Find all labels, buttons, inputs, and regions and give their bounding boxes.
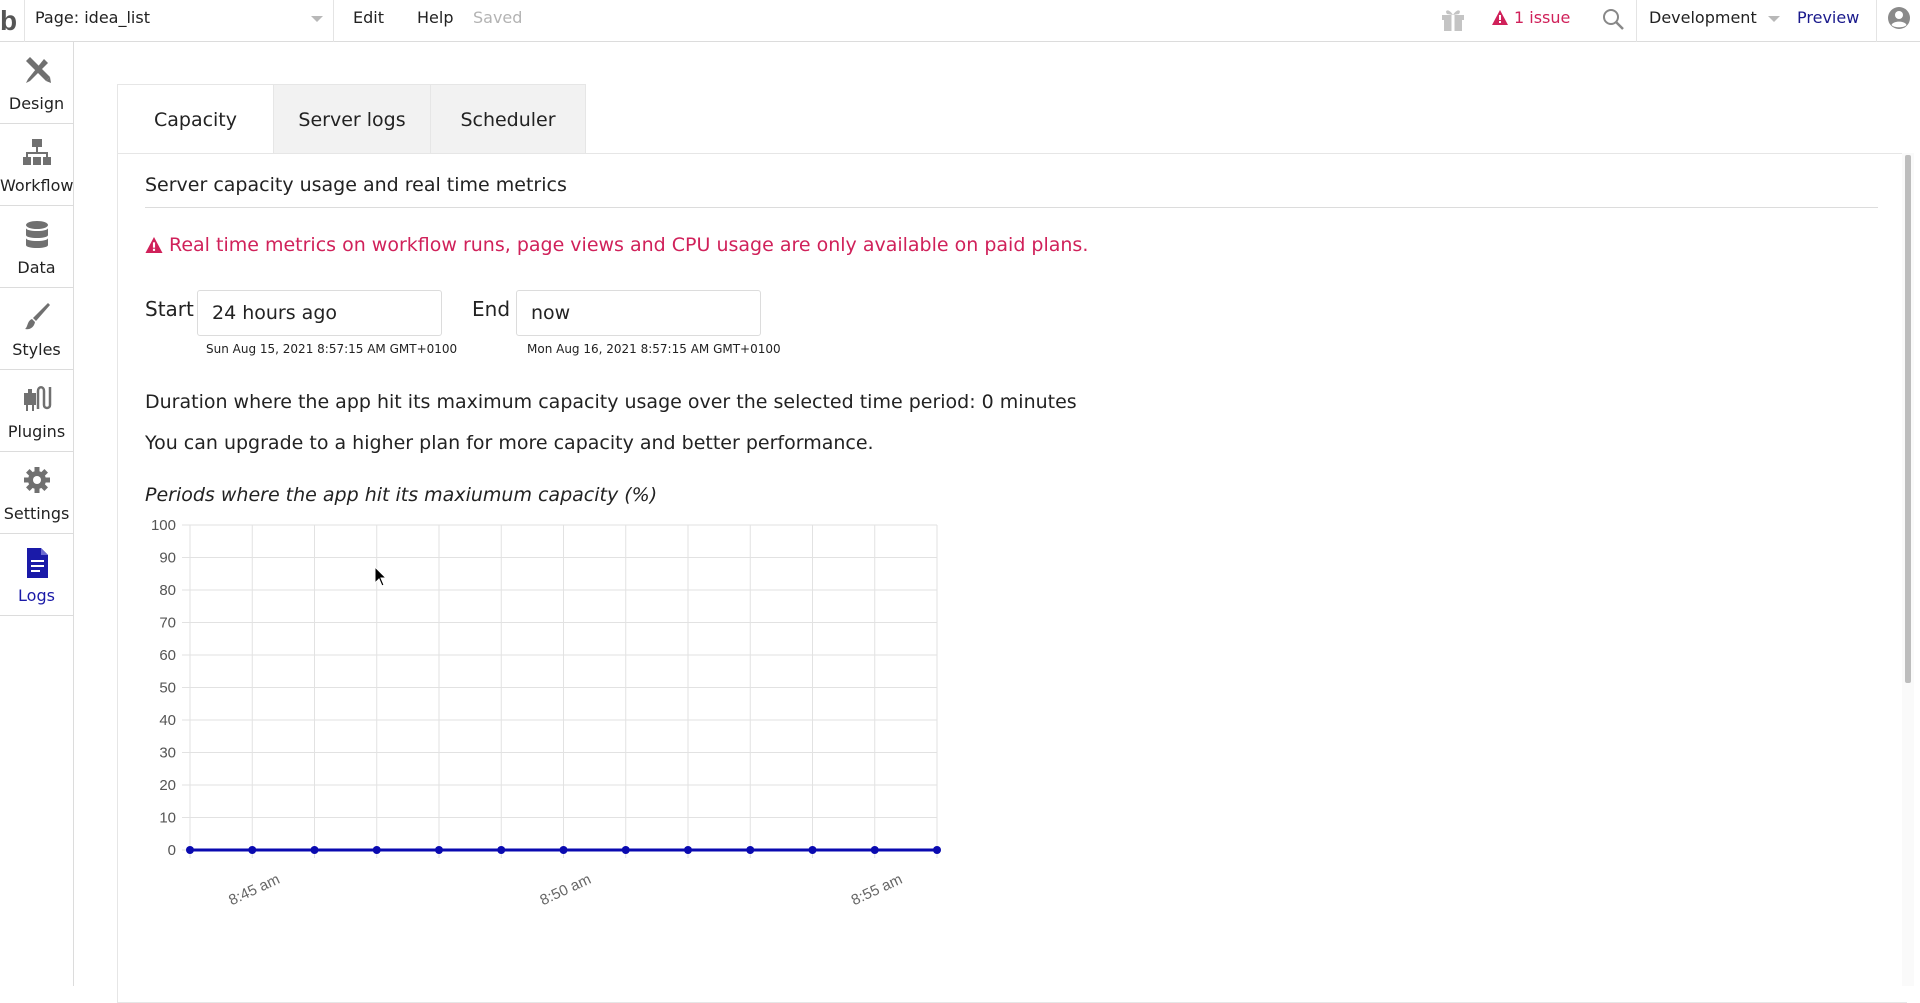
- top-bar: b Page: idea_list Edit Help Saved 1 issu…: [0, 0, 1920, 42]
- sidebar-item-label: Logs: [18, 586, 55, 605]
- document-icon: [27, 548, 48, 578]
- sidebar: Design Workflow Data Styles Plugins Sett…: [0, 42, 74, 986]
- mouse-cursor-icon: [374, 566, 388, 587]
- y-tick-label: 40: [159, 712, 176, 729]
- capacity-chart: 0 10 20 30 40 50 60 70 80 90 100 8:45 am 8:50 am 8:55…: [151, 517, 941, 909]
- data-point: [372, 846, 381, 854]
- sidebar-item-label: Design: [8, 94, 65, 113]
- data-point: [808, 846, 817, 854]
- menu-edit[interactable]: Edit: [353, 0, 384, 36]
- sidebar-item-plugins[interactable]: Plugins: [0, 370, 73, 452]
- brush-icon: [25, 303, 50, 330]
- sidebar-item-logs[interactable]: Logs: [0, 534, 73, 616]
- data-point: [248, 846, 257, 854]
- data-point: [559, 846, 568, 854]
- gear-icon: [24, 467, 50, 493]
- data-point: [870, 846, 879, 854]
- page-selector[interactable]: Page: idea_list: [24, 0, 334, 42]
- y-tick-label: 70: [159, 615, 176, 632]
- page-selector-label: Page: idea_list: [35, 8, 150, 27]
- data-point: [746, 846, 755, 854]
- data-point: [684, 846, 692, 854]
- user-avatar-icon: [1888, 7, 1910, 29]
- issues-label: 1 issue: [1514, 8, 1571, 27]
- sidebar-item-label: Styles: [12, 340, 61, 359]
- data-point: [621, 846, 630, 854]
- y-tick-label: 20: [159, 777, 176, 794]
- workflow-icon: [23, 139, 51, 165]
- environment-label: Development: [1649, 8, 1757, 27]
- x-tick-label: 8:45 am: [226, 871, 282, 909]
- sidebar-item-workflow[interactable]: Workflow: [0, 124, 73, 206]
- issues-button[interactable]: 1 issue: [1492, 0, 1570, 36]
- sidebar-item-label: Settings: [3, 504, 70, 523]
- data-point: [310, 846, 319, 854]
- y-tick-label: 90: [159, 550, 176, 567]
- account-menu[interactable]: [1876, 0, 1920, 42]
- sidebar-item-label: Plugins: [7, 422, 66, 441]
- gift-icon[interactable]: [1440, 7, 1466, 31]
- data-point: [186, 846, 194, 854]
- search-icon[interactable]: [1601, 7, 1625, 31]
- data-point: [497, 846, 506, 854]
- y-tick-label: 60: [159, 647, 176, 664]
- y-tick-label: 10: [159, 810, 176, 827]
- y-tick-label: 0: [168, 842, 176, 859]
- preview-button[interactable]: Preview: [1797, 0, 1859, 36]
- bubble-logo[interactable]: b: [0, 4, 24, 38]
- chevron-down-icon: [311, 16, 323, 22]
- sidebar-item-styles[interactable]: Styles: [0, 288, 73, 370]
- sidebar-item-design[interactable]: Design: [0, 42, 73, 124]
- plugin-icon: [24, 386, 52, 411]
- sidebar-item-settings[interactable]: Settings: [0, 452, 73, 534]
- y-tick-label: 100: [151, 517, 176, 534]
- data-point: [435, 846, 443, 854]
- environment-selector[interactable]: Development: [1636, 0, 1798, 42]
- x-tick-label: 8:55 am: [849, 871, 905, 909]
- database-icon: [26, 221, 48, 248]
- sidebar-item-label: Workflow: [0, 176, 74, 195]
- scrollbar-thumb[interactable]: [1905, 155, 1911, 683]
- save-status: Saved: [473, 8, 523, 27]
- x-tick-label: 8:50 am: [537, 871, 593, 909]
- data-point: [933, 846, 941, 854]
- menu-help[interactable]: Help: [417, 0, 453, 36]
- warning-icon: [1492, 10, 1508, 25]
- y-tick-label: 30: [159, 745, 176, 762]
- main-content: Capacity Server logs Scheduler Server ca…: [75, 43, 1920, 1003]
- y-tick-label: 80: [159, 582, 176, 599]
- chevron-down-icon: [1768, 16, 1780, 22]
- y-tick-label: 50: [159, 680, 176, 697]
- design-icon: [26, 57, 51, 83]
- sidebar-item-label: Data: [17, 258, 56, 277]
- sidebar-item-data[interactable]: Data: [0, 206, 73, 288]
